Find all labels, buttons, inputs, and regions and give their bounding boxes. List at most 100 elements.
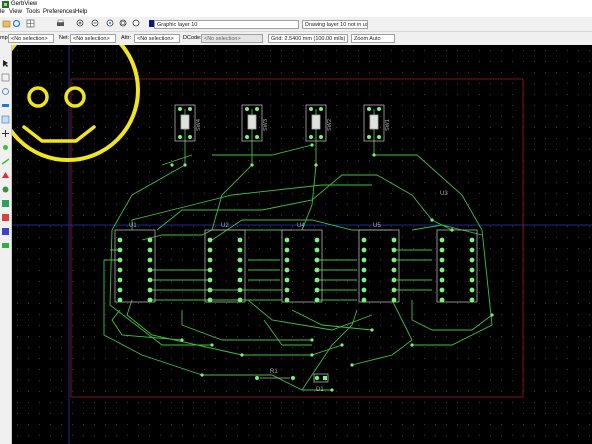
ic-pad [314,277,320,283]
ic-pad [361,277,367,283]
ic-pad [439,237,445,243]
zoom-selection-icon[interactable] [132,19,141,28]
zoom-out-icon[interactable] [91,19,100,28]
ic-pad [469,237,475,243]
ic-pad [469,287,475,293]
ic-pad [284,247,290,253]
ic-pad [284,287,290,293]
ic-pad [314,247,320,253]
polygon-sketch-icon[interactable] [1,171,10,180]
zoom-in-icon[interactable] [76,19,85,28]
ic-pad [207,277,213,283]
lines-sketch-icon[interactable] [1,157,10,166]
menu-bar: le View Tools Preferences Help [0,9,592,17]
switch-label-sw1: SW1 [385,119,391,131]
net-label: Net: [59,35,70,41]
ic-pad [284,237,290,243]
ic-pad [117,277,123,283]
gerbview-app-icon [2,1,9,8]
grid-toggle-icon[interactable] [1,73,10,82]
smiley-right-eye [64,86,86,108]
dcode-select[interactable]: <No selection> [201,34,263,43]
ic-pad [439,287,445,293]
ic-pad [469,247,475,253]
units-mm-icon[interactable] [1,115,10,124]
high-contrast-icon[interactable] [1,227,10,236]
ic-pad [237,277,243,283]
ic-pad [284,277,290,283]
ic-pad [284,257,290,263]
ic-pad [361,287,367,293]
component-select[interactable]: <No selection> [8,34,54,43]
selection-toolbar: mp: <No selection> Net: <No selection> A… [0,32,592,45]
ref-u2: U2 [221,223,229,229]
flashed-sketch-icon[interactable] [1,143,10,152]
select-arrow-icon[interactable] [1,59,10,68]
ic-pad [284,267,290,273]
ic-pad [439,257,445,263]
attr-select[interactable]: <No selection> [134,34,180,43]
open-file-icon[interactable] [2,19,11,28]
menu-file[interactable]: le [0,9,5,15]
smiley-mouth [22,125,96,143]
layer-status-field: Drawing layer 10 not in use [302,20,368,29]
negative-objects-icon[interactable] [1,199,10,208]
ref-u5: U5 [373,223,381,229]
net-select[interactable]: <No selection> [70,34,116,43]
zoom-fit-icon[interactable] [119,19,128,28]
ic-pad [237,247,243,253]
ic-pad [147,277,153,283]
zoom-redraw-icon[interactable] [106,19,115,28]
show-dcodes-icon[interactable] [1,185,10,194]
menu-preferences[interactable]: Preferences [43,9,75,15]
ic-pad [117,257,123,263]
print-icon[interactable] [56,19,65,28]
menu-help[interactable]: Help [75,9,87,15]
ic-pad [391,277,397,283]
ic-pad [284,297,290,303]
dcode-label: DCode: [183,35,202,41]
zoom-select[interactable]: Zoom Auto [351,34,395,43]
switch-label-sw2: SW2 [327,119,333,131]
ic-pad [147,267,153,273]
smiley-face-drawing [12,45,140,162]
ic-pad [439,267,445,273]
ic-pad [117,297,123,303]
layers-manager-toggle-icon[interactable] [1,241,10,250]
ic-pad [391,267,397,273]
units-inch-icon[interactable] [1,101,10,110]
menu-tools[interactable]: Tools [26,9,40,15]
ic-pad [439,277,445,283]
ic-pad [469,277,475,283]
ic-pad [391,297,397,303]
ic-pad [117,287,123,293]
cursor-shape-icon[interactable] [1,129,10,138]
menu-view[interactable]: View [9,9,22,15]
ic-pad [147,257,153,263]
ic-pad [117,237,123,243]
ic-pad [439,247,445,253]
grid-select[interactable]: Grid: 2.5400 mm (100.00 mils) [268,34,348,43]
ic-pad [361,267,367,273]
polar-coords-icon[interactable] [1,87,10,96]
ic-pad [391,257,397,263]
ic-pad [469,267,475,273]
gerber-canvas[interactable]: SW4 SW3 SW2 SW1 U1 U2 U4 U5 U3 R1 D1 [12,45,592,444]
attr-label: Attr: [121,35,132,41]
ic-pad [207,297,213,303]
diff-mode-icon[interactable] [1,213,10,222]
ref-d1: D1 [316,387,324,393]
refresh-icon[interactable] [12,19,21,28]
ic-pad [314,287,320,293]
ic-pad [147,237,153,243]
layers-manager-icon[interactable] [26,19,35,28]
ic-pad [207,237,213,243]
ic-pad [391,287,397,293]
ic-pad [207,287,213,293]
window-title: GerbView [11,1,38,7]
smiley-left-eye [27,86,49,108]
left-toolbar [0,45,12,444]
ic-pad [147,297,153,303]
layer-select-combo[interactable]: Graphic layer 10 [154,20,299,29]
ic-pad [314,297,320,303]
